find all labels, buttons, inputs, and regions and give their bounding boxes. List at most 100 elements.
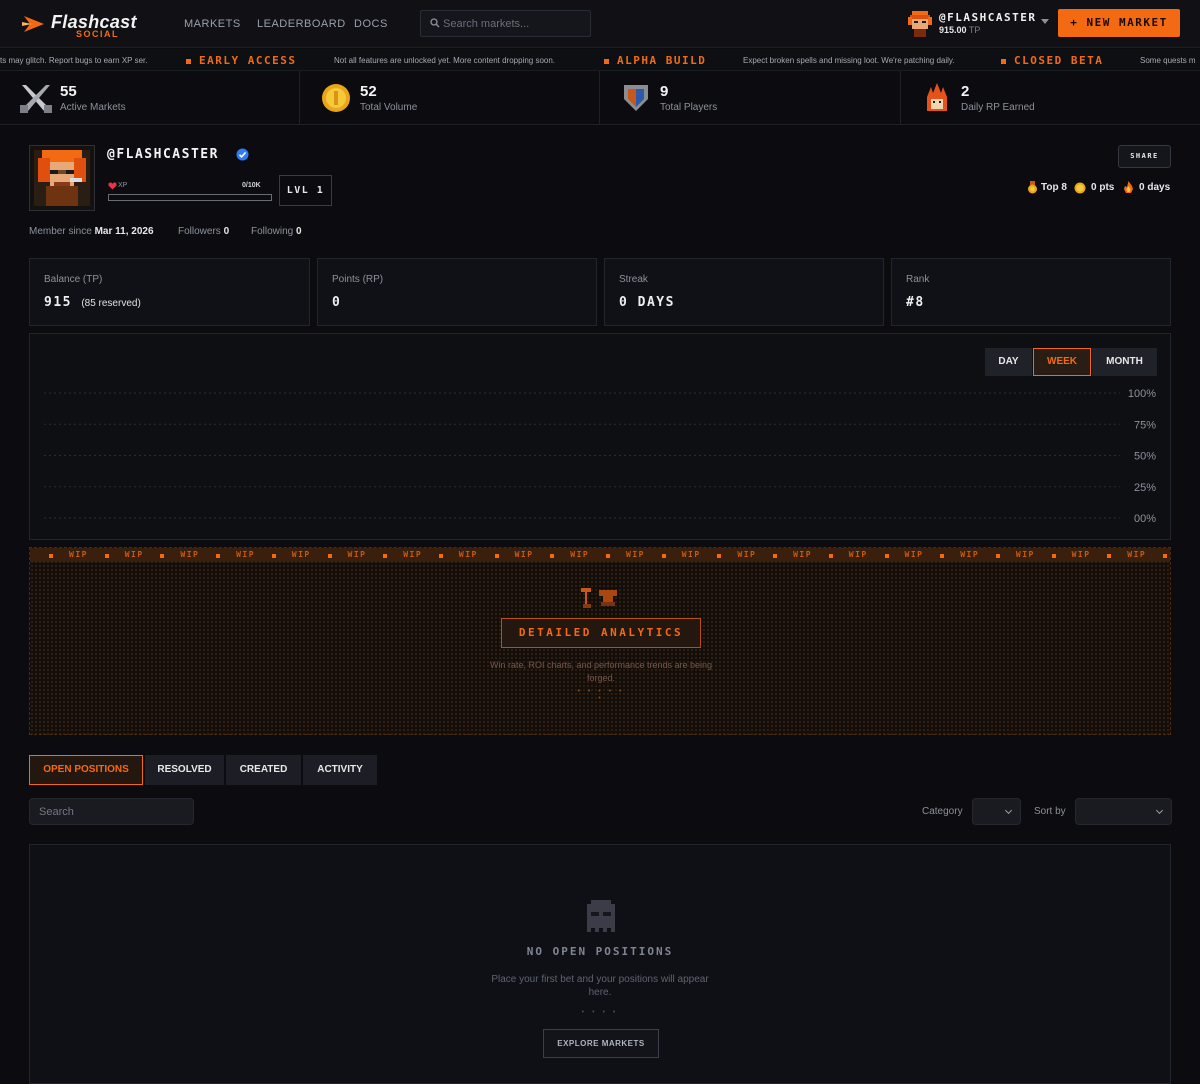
- followers-count[interactable]: Followers 0: [178, 226, 229, 237]
- wip-strip-label: WIP: [793, 550, 813, 559]
- following-count[interactable]: Following 0: [251, 226, 302, 237]
- y-tick-label: 00%: [1134, 513, 1156, 525]
- flame-icon: [1124, 181, 1133, 193]
- stat-label: Daily RP Earned: [961, 102, 1035, 113]
- wip-title: DETAILED ANALYTICS: [501, 618, 701, 648]
- sort-select[interactable]: [1075, 798, 1172, 825]
- tab-open-positions[interactable]: OPEN POSITIONS: [29, 755, 143, 785]
- wip-strip-label: WIP: [236, 550, 256, 559]
- badge-top-rank: Top 8: [1041, 182, 1067, 193]
- y-tick-label: 75%: [1134, 419, 1156, 431]
- wip-strip-bullet: [1163, 554, 1167, 558]
- search-input[interactable]: [443, 11, 587, 36]
- nav-docs[interactable]: DOCS: [354, 18, 388, 30]
- stat-label: Total Players: [660, 102, 718, 113]
- wip-strip-label: WIP: [681, 550, 701, 559]
- search-icon: [430, 18, 440, 28]
- xp-value: 0/10K: [242, 182, 261, 189]
- wip-strip-label: WIP: [570, 550, 590, 559]
- badge-points: 0 pts: [1091, 182, 1115, 193]
- badge-streak-days: 0 days: [1139, 182, 1171, 193]
- stat-value: 2: [961, 83, 970, 100]
- brand-logo[interactable]: Flashcast SOCIAL: [22, 10, 152, 40]
- rank-card: Rank #8: [891, 258, 1171, 326]
- wip-strip-label: WIP: [1015, 550, 1035, 559]
- performance-chart: DAY WEEK MONTH 100% 75% 50% 25% 00%: [29, 333, 1171, 540]
- wip-strip-label: WIP: [180, 550, 200, 559]
- stat-total-volume: 52 Total Volume: [300, 71, 600, 125]
- wip-strip: WIP WIP WIP WIP WIP WIP WIP WIP WIP WIP WIP WIP WIP W…: [30, 548, 1170, 562]
- user-menu[interactable]: @FLASHCASTER 915.00 TP: [908, 10, 1053, 38]
- card-title: Balance (TP): [44, 274, 103, 285]
- wip-strip-label: WIP: [626, 550, 645, 559]
- profile-avatar: [29, 145, 95, 211]
- brand-sub: SOCIAL: [76, 29, 120, 39]
- stat-total-players: 9 Total Players: [600, 71, 901, 125]
- wip-strip-label: WIP: [1127, 550, 1147, 559]
- card-title: Streak: [619, 274, 648, 285]
- profile-handle: @FLASHCASTER: [107, 147, 219, 162]
- stat-daily-rp: 2 Daily RP Earned: [901, 71, 1200, 125]
- xp-label: XP: [118, 182, 128, 189]
- wip-strip-bullet: [828, 554, 833, 558]
- tab-created[interactable]: CREATED: [226, 755, 301, 785]
- wip-strip-label: WIP: [347, 550, 367, 559]
- wip-strip-label: WIP: [458, 550, 478, 559]
- stat-value: 52: [360, 83, 377, 100]
- category-select[interactable]: [972, 798, 1021, 825]
- wip-strip-bullet: [438, 554, 443, 558]
- wip-strip-bullet: [216, 554, 221, 558]
- wip-strip-bullet: [104, 554, 109, 558]
- wip-strip-label: WIP: [904, 550, 924, 559]
- tab-resolved[interactable]: RESOLVED: [145, 755, 224, 785]
- wip-strip-bullet: [327, 554, 332, 558]
- flash-logo-icon: [22, 16, 44, 32]
- user-handle: @FLASHCASTER: [939, 11, 1037, 24]
- nav-leaderboard[interactable]: LEADERBOARD: [257, 18, 346, 30]
- wip-strip-bullet: [606, 554, 610, 558]
- ticker-text: ts may glitch. Report bugs to earn XP se…: [0, 56, 148, 65]
- chart-plot: 100% 75% 50% 25% 00%: [44, 388, 1156, 525]
- xp-progress-bar: [108, 194, 272, 201]
- y-tick-label: 50%: [1134, 451, 1156, 463]
- user-balance: 915.00 TP: [939, 25, 981, 35]
- streak-card: Streak 0 DAYS: [604, 258, 884, 326]
- nav-markets[interactable]: MARKETS: [184, 18, 241, 30]
- stat-value: 55: [60, 83, 77, 100]
- new-market-button[interactable]: + NEW MARKET: [1058, 9, 1180, 37]
- card-title: Rank: [906, 274, 930, 285]
- ticker-bullet: [1001, 59, 1006, 64]
- loading-dots: • • • • • •: [577, 688, 625, 702]
- ghost-icon: [587, 900, 615, 932]
- wip-strip-label: WIP: [291, 550, 311, 559]
- wip-strip-label: WIP: [403, 550, 423, 559]
- ticker-text: Not all features are unlocked yet. More …: [334, 56, 556, 65]
- announcement-ticker: ts may glitch. Report bugs to earn XP se…: [0, 49, 1200, 71]
- card-title: Points (RP): [332, 274, 384, 285]
- stat-value: 9: [660, 83, 669, 100]
- wip-description: Win rate, ROI charts, and performance tr…: [489, 660, 713, 683]
- wip-strip-bullet: [271, 554, 276, 558]
- global-stats: 55 Active Markets 52 Total Volume 9 Tota…: [0, 71, 1200, 125]
- wip-strip-bullet: [661, 554, 666, 558]
- wip-strip-bullet: [383, 554, 388, 558]
- wip-strip-bullet: [717, 554, 722, 558]
- wip-strip-bullet: [550, 554, 555, 558]
- avatar-portrait: [34, 150, 90, 206]
- share-button[interactable]: SHARE: [1118, 145, 1171, 168]
- tab-activity[interactable]: ACTIVITY: [303, 755, 377, 785]
- y-tick-label: 100%: [1128, 388, 1156, 400]
- category-label: Category: [922, 806, 963, 817]
- verified-badge-icon: [236, 148, 249, 161]
- wip-strip-label: WIP: [514, 550, 534, 559]
- wip-strip-label: WIP: [1071, 550, 1091, 559]
- sort-label: Sort by: [1034, 806, 1066, 817]
- positions-search-input[interactable]: [29, 798, 194, 825]
- empty-title: NO OPEN POSITIONS: [526, 945, 674, 958]
- ticker-bullet: [186, 59, 191, 64]
- points-card: Points (RP) 0: [317, 258, 597, 326]
- coin-icon: [1074, 182, 1086, 194]
- anvil-hammer-icon: [581, 588, 617, 608]
- explore-markets-button[interactable]: EXPLORE MARKETS: [543, 1029, 659, 1058]
- wip-strip-bullet: [494, 554, 499, 558]
